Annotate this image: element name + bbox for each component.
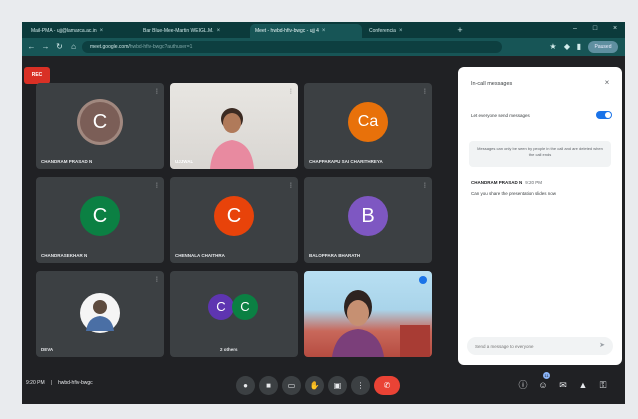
- participant-tile[interactable]: B ⋮ BALOPPARA BHARATH: [304, 177, 432, 263]
- recording-badge: REC: [24, 67, 50, 84]
- address-bar-row: ← → ↻ ⌂ meet.google.com/hwbd-hfiv-bwgc?a…: [22, 38, 625, 56]
- tab-label: Bar Blue-Mee-Martin WEIGL.M.: [143, 28, 214, 34]
- close-window-icon[interactable]: ×: [608, 25, 622, 32]
- toggle-label: Let everyone send messages: [471, 113, 530, 118]
- profile-photo-icon: [80, 293, 120, 333]
- lock-icon[interactable]: ⚿: [596, 378, 610, 392]
- reload-icon[interactable]: ↻: [54, 41, 65, 53]
- chat-input[interactable]: [475, 337, 593, 355]
- tab-label: Conferencia: [369, 28, 396, 34]
- participant-video-icon: [332, 290, 430, 357]
- allow-messages-toggle[interactable]: [596, 111, 612, 119]
- avatar: C: [208, 294, 234, 320]
- participant-video-tile[interactable]: [304, 271, 432, 357]
- avatar: C: [80, 196, 120, 236]
- close-tab-icon[interactable]: ×: [322, 28, 326, 34]
- close-tab-icon[interactable]: ×: [399, 28, 403, 34]
- tab-label: Meet - hwbd-hfiv-bwgc - ujj 4: [255, 28, 319, 34]
- home-icon[interactable]: ⌂: [68, 41, 79, 53]
- tab-conferencia[interactable]: Conferencia ×: [364, 24, 450, 38]
- more-options-icon[interactable]: ⋮: [154, 182, 160, 190]
- avatar: C: [232, 294, 258, 320]
- participant-name: BALOPPARA BHARATH: [309, 253, 361, 258]
- participants-count-badge: 11: [543, 372, 550, 379]
- more-options-icon[interactable]: ⋮: [422, 182, 428, 190]
- more-options-icon[interactable]: ⋮: [154, 276, 160, 284]
- more-options-icon[interactable]: ⋮: [288, 88, 294, 96]
- captions-icon[interactable]: ▭: [282, 376, 301, 395]
- participant-name: DEVA: [41, 347, 54, 352]
- end-call-icon[interactable]: ✆: [374, 376, 400, 395]
- message-time: 9:20 PM: [525, 180, 543, 185]
- message-text: Can you share the presentation slides no…: [471, 191, 557, 196]
- close-icon[interactable]: ×: [602, 78, 612, 87]
- browser-window: Mail-PMA - ujj@lamarca.ac.in × Bar Blue-…: [22, 22, 625, 404]
- tab-meet-active[interactable]: Meet - hwbd-hfiv-bwgc - ujj 4 ×: [250, 24, 362, 38]
- avatar: C: [80, 102, 120, 142]
- forward-icon[interactable]: →: [40, 41, 51, 53]
- activities-icon[interactable]: ▲: [576, 378, 590, 392]
- participant-name: CHAPPARAPU SAI CHARITHREYA: [309, 159, 383, 164]
- maximize-icon[interactable]: □: [588, 25, 602, 32]
- tab-label: Mail-PMA - ujj@lamarca.ac.in: [31, 28, 97, 34]
- chat-title: In-call messages: [471, 81, 513, 87]
- more-options-icon[interactable]: ⋮: [154, 88, 160, 96]
- minimize-icon[interactable]: –: [568, 25, 582, 32]
- sidebar-icon[interactable]: ▮: [574, 42, 584, 52]
- meeting-code: hwbd-hfiv-bwgc: [57, 380, 93, 386]
- avatar: B: [348, 196, 388, 236]
- participant-video-icon: [210, 108, 254, 169]
- avatar: Ca: [348, 102, 388, 142]
- mic-icon[interactable]: ●: [236, 376, 255, 395]
- meeting-info: 9:20 PM | hwbd-hfiv-bwgc: [26, 380, 99, 386]
- chat-panel: In-call messages × Let everyone send mes…: [458, 67, 622, 365]
- meeting-time: 9:20 PM: [26, 380, 45, 386]
- participant-tile[interactable]: C ⋮ CHANDRASEKHAR N: [36, 177, 164, 263]
- others-tile[interactable]: C C 2 others: [170, 271, 298, 357]
- puzzle-icon[interactable]: ◆: [562, 42, 572, 52]
- separator: |: [50, 380, 52, 386]
- tab-mail[interactable]: Mail-PMA - ujj@lamarca.ac.in ×: [26, 24, 136, 38]
- tab-strip: Mail-PMA - ujj@lamarca.ac.in × Bar Blue-…: [22, 22, 625, 38]
- tab-blue-meet[interactable]: Bar Blue-Mee-Martin WEIGL.M. ×: [138, 24, 248, 38]
- chat-icon[interactable]: ✉: [556, 378, 570, 392]
- chat-input-box: ➤: [467, 337, 613, 355]
- participant-video-tile[interactable]: ⋮ UJJWAL: [170, 83, 298, 169]
- participant-tile[interactable]: C ⋮ CHENNALA CHAITHRA: [170, 177, 298, 263]
- url-path: hwbd-hfiv-bwgc?authuser=1: [129, 44, 193, 50]
- message-sender: CHANDRAM PRASAD N 9:20 PM: [471, 180, 542, 185]
- participant-tile[interactable]: ⋮ DEVA: [36, 271, 164, 357]
- extensions-icon[interactable]: ★: [548, 42, 558, 52]
- back-icon[interactable]: ←: [26, 41, 37, 53]
- close-tab-icon[interactable]: ×: [217, 28, 221, 34]
- more-icon[interactable]: ⋮: [351, 376, 370, 395]
- chat-notice: Messages can only be seen by people in t…: [469, 141, 611, 167]
- participant-name: CHANDRAM PRASAD N: [41, 159, 93, 164]
- more-options-icon[interactable]: ⋮: [288, 182, 294, 190]
- speaking-indicator-icon: [419, 276, 427, 284]
- close-tab-icon[interactable]: ×: [100, 28, 104, 34]
- info-icon[interactable]: ⓘ: [516, 378, 530, 392]
- control-bar: 9:20 PM | hwbd-hfiv-bwgc ● ■ ▭ ✋ ▣ ⋮ ✆ ⓘ ☺…: [22, 368, 625, 404]
- camera-icon[interactable]: ■: [259, 376, 278, 395]
- participant-name: CHANDRASEKHAR N: [41, 253, 88, 258]
- participant-tile[interactable]: Ca ⋮ CHAPPARAPU SAI CHARITHREYA: [304, 83, 432, 169]
- raise-hand-icon[interactable]: ✋: [305, 376, 324, 395]
- participant-name: CHENNALA CHAITHRA: [175, 253, 225, 258]
- participant-name: UJJWAL: [175, 159, 194, 164]
- avatar: C: [214, 196, 254, 236]
- url-host: meet.google.com/: [90, 44, 130, 50]
- url-field[interactable]: meet.google.com/hwbd-hfiv-bwgc?authuser=…: [82, 41, 502, 53]
- send-icon[interactable]: ➤: [597, 341, 607, 351]
- participant-tile[interactable]: C ⋮ CHANDRAM PRASAD N: [36, 83, 164, 169]
- profile-button[interactable]: Paused: [588, 41, 618, 53]
- new-tab-button[interactable]: +: [454, 25, 466, 36]
- more-options-icon[interactable]: ⋮: [422, 88, 428, 96]
- sender-name: CHANDRAM PRASAD N: [471, 180, 523, 185]
- people-icon[interactable]: ☺: [536, 378, 550, 392]
- present-icon[interactable]: ▣: [328, 376, 347, 395]
- others-label: 2 others: [220, 347, 238, 352]
